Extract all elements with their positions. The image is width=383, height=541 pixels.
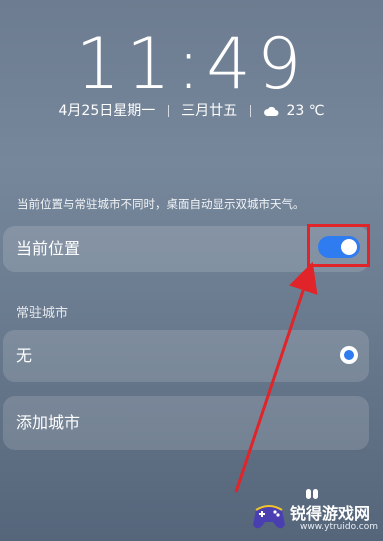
cloud-icon: [264, 106, 279, 116]
date-text: 4月25日星期一: [58, 103, 156, 119]
divider: [249, 105, 251, 117]
divider: [167, 105, 169, 117]
resident-city-none-label: 无: [16, 346, 33, 365]
dual-city-info-text: 当前位置与常驻城市不同时，桌面自动显示双城市天气。: [17, 197, 305, 211]
current-location-label: 当前位置: [16, 239, 81, 258]
date-row: 4月25日星期一 三月廿五 23 ℃: [0, 102, 383, 120]
temperature-text: 23 ℃: [286, 103, 325, 119]
lunar-date-text: 三月廿五: [181, 103, 238, 119]
resident-city-none-card[interactable]: 无: [3, 330, 369, 382]
gamepad-logo-icon: [253, 505, 285, 529]
resident-city-none-radio[interactable]: [340, 346, 358, 364]
add-city-label: 添加城市: [16, 413, 81, 432]
watermark-url: www.ytruido.com: [300, 522, 379, 532]
radio-selected-dot: [344, 350, 354, 360]
lockscreen-clock: 11:49: [75, 23, 308, 105]
resident-city-section-label: 常驻城市: [16, 306, 69, 321]
watermark: 锐得游戏网 www.ytruido.com: [250, 498, 380, 538]
watermark-title: 锐得游戏网: [290, 504, 371, 523]
annotation-highlight-box: [307, 224, 370, 267]
add-city-card[interactable]: 添加城市: [3, 396, 369, 450]
